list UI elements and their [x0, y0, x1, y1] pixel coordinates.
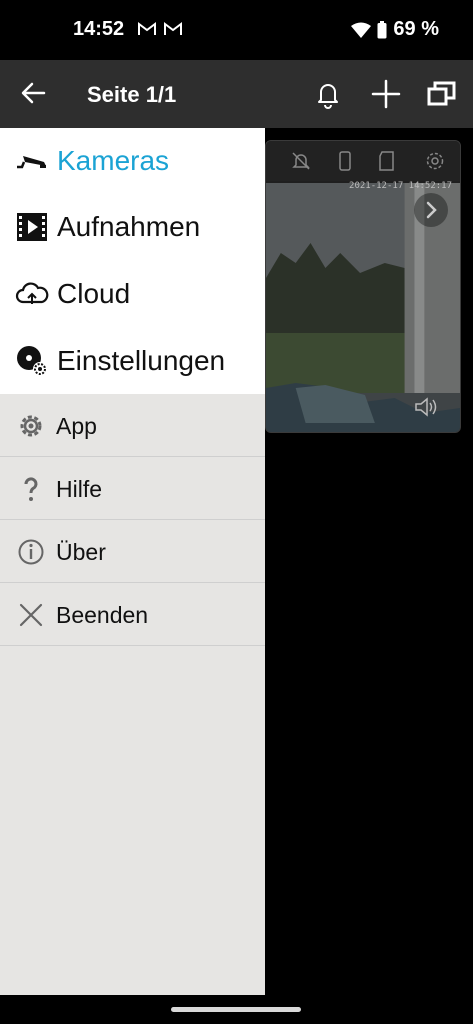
cctv-camera-icon	[17, 156, 46, 169]
info-icon	[18, 539, 44, 565]
disk-settings-icon	[17, 346, 47, 376]
drawer-item-label: Über	[56, 539, 106, 565]
drawer-item-label: Beenden	[56, 602, 149, 628]
status-right: 69 %	[351, 18, 439, 41]
battery-icon	[377, 20, 387, 38]
gmail-icon	[138, 22, 156, 35]
next-camera-button[interactable]	[414, 193, 448, 227]
drawer-item-label: Hilfe	[56, 476, 103, 502]
drawer-item-einstellungen[interactable]: Einstellungen	[0, 328, 265, 394]
gmail-icon	[164, 22, 182, 35]
drawer-item-beenden[interactable]: Beenden	[0, 583, 265, 646]
drawer-item-label: Einstellungen	[57, 345, 226, 376]
status-bar: 14:52 69 %	[0, 0, 473, 60]
drawer-item-label: App	[56, 413, 97, 439]
drawer-item-aufnahmen[interactable]: Aufnahmen	[0, 194, 265, 260]
back-arrow-icon[interactable]	[20, 80, 46, 106]
camera-timestamp: 2021-12-17 14:52:17	[349, 181, 452, 191]
drawer-item-cloud[interactable]: Cloud	[0, 261, 265, 327]
multi-window-icon[interactable]	[426, 78, 458, 110]
navigation-drawer: Kameras Aufnahmen Cloud Einstellungen Ap…	[0, 128, 265, 995]
app-bar: Seite 1/1	[0, 60, 473, 128]
drawer-item-hilfe[interactable]: Hilfe	[0, 457, 265, 520]
drawer-item-label: Cloud	[57, 278, 131, 309]
battery-percentage: 69 %	[393, 18, 439, 40]
bell-off-icon[interactable]	[290, 150, 312, 172]
drawer-item-kameras[interactable]: Kameras	[0, 128, 265, 194]
plus-icon[interactable]	[370, 78, 402, 110]
system-nav-bar	[0, 995, 473, 1024]
question-icon	[24, 477, 38, 501]
drawer-item-ueber[interactable]: Über	[0, 520, 265, 583]
phone-icon[interactable]	[334, 150, 356, 172]
chevron-right-icon	[426, 201, 437, 219]
close-icon	[19, 603, 43, 627]
camera-toolbar	[266, 141, 460, 181]
page-title: Seite 1/1	[87, 82, 177, 107]
gear-icon[interactable]	[424, 150, 446, 172]
gear-icon	[20, 415, 42, 437]
status-time: 14:52	[73, 18, 125, 40]
cloud-icon	[15, 282, 49, 304]
speaker-icon[interactable]	[414, 396, 438, 418]
camera-tile[interactable]: 2021-12-17 14:52:17	[265, 140, 461, 433]
sd-card-icon[interactable]	[376, 150, 398, 172]
home-gesture-handle[interactable]	[171, 1007, 301, 1012]
wifi-icon	[351, 22, 372, 38]
film-icon	[17, 213, 47, 241]
drawer-item-app[interactable]: App	[0, 394, 265, 457]
drawer-item-label: Aufnahmen	[57, 211, 201, 242]
drawer-item-label: Kameras	[57, 145, 170, 176]
drawer-main-section: Kameras Aufnahmen Cloud Einstellungen	[0, 128, 265, 394]
bell-icon[interactable]	[312, 78, 344, 110]
